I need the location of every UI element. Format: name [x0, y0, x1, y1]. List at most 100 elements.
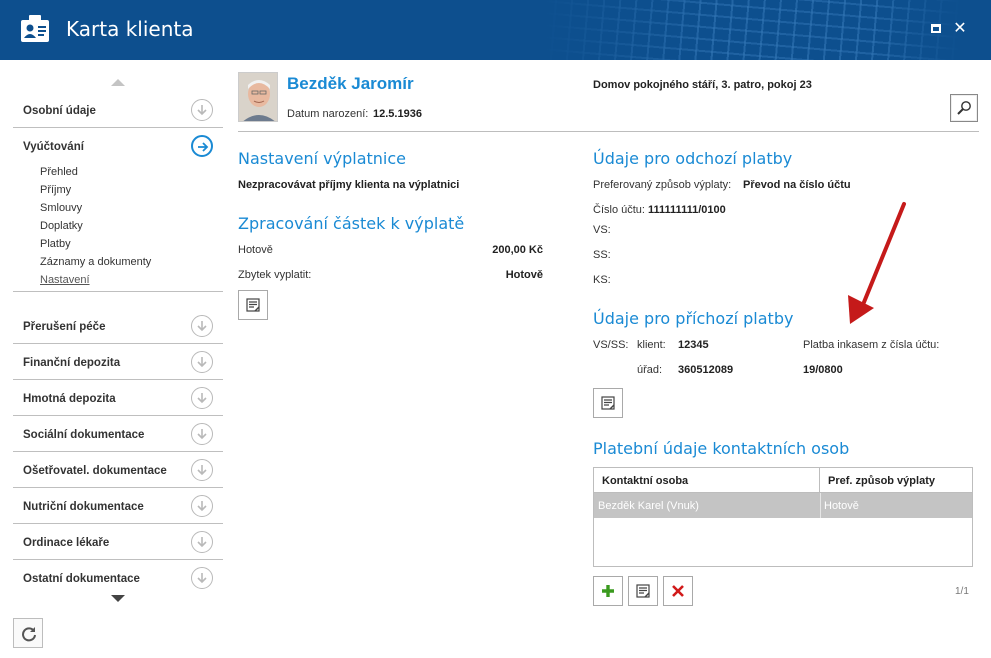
sidebar-item-vyuctovani[interactable]: Vyúčtování [13, 128, 223, 164]
sidebar-subitems: Přehled Příjmy Smlouvy Doplatky Platby Z… [40, 166, 151, 292]
window-title: Karta klienta [66, 17, 194, 41]
vsss-label: VS/SS: [593, 339, 629, 351]
divider [13, 291, 223, 292]
chevron-down-circle-icon[interactable] [191, 423, 213, 445]
payout-settings-note: Nezpracovávat příjmy klienta na výplatni… [238, 179, 460, 191]
client-photo [238, 72, 278, 122]
close-icon: ✕ [953, 20, 967, 37]
sidebar-item-label: Ordinace lékaře [23, 537, 110, 549]
close-button[interactable]: ✕ [951, 20, 969, 38]
contacts-table: Kontaktní osoba Pref. způsob výplaty Bez… [593, 467, 973, 567]
sidebar-item-label: Hmotná depozita [23, 393, 116, 405]
chevron-down-circle-icon[interactable] [191, 351, 213, 373]
ks-label: KS: [593, 274, 611, 286]
subitem-prijmy[interactable]: Příjmy [40, 184, 151, 202]
refresh-button[interactable] [13, 618, 43, 648]
processing-title: Zpracování částek k výplatě [238, 214, 465, 233]
contacts-title: Platební údaje kontaktních osob [593, 439, 850, 458]
client-name: Bezděk Jaromír [287, 74, 414, 93]
title-bar: Karta klienta ✕ [0, 0, 991, 60]
subitem-zaznamy-a-dokumenty[interactable]: Záznamy a dokumenty [40, 256, 151, 274]
cell-contact: Bezděk Karel (Vnuk) [598, 500, 699, 512]
edit-note-icon [601, 396, 615, 410]
sidebar-item-nutricni-dokumentace[interactable]: Nutriční dokumentace [13, 488, 223, 524]
sidebar-item-label: Sociální dokumentace [23, 429, 145, 441]
client-card-icon [21, 15, 49, 42]
add-contact-button[interactable] [593, 576, 623, 606]
title-bar-decoration [541, 0, 961, 60]
search-button[interactable] [950, 94, 978, 122]
maximize-icon [931, 24, 941, 33]
sidebar-item-socialni-dokumentace[interactable]: Sociální dokumentace [13, 416, 223, 452]
chevron-down-circle-icon[interactable] [191, 495, 213, 517]
column-header-payout[interactable]: Pref. způsob výplaty [820, 468, 972, 493]
client-label: klient: [637, 339, 666, 351]
processing-label: Zbytek vyplatit: [238, 269, 312, 281]
arrow-right-circle-icon[interactable] [191, 135, 213, 157]
sidebar-item-label: Přerušení péče [23, 321, 106, 333]
column-header-contact[interactable]: Kontaktní osoba [594, 468, 820, 493]
processing-value: Hotově [505, 269, 543, 281]
sidebar-item-financni-depozita[interactable]: Finanční depozita [13, 344, 223, 380]
account-value: 111111111/0100 [648, 204, 726, 216]
incoming-title: Údaje pro příchozí platby [593, 309, 794, 328]
edit-note-icon [636, 584, 650, 598]
edit-incoming-button[interactable] [593, 388, 623, 418]
sidebar-item-label: Nutriční dokumentace [23, 501, 144, 513]
edit-contact-button[interactable] [628, 576, 658, 606]
table-row[interactable]: Bezděk Karel (Vnuk) Hotově [594, 493, 972, 518]
office-value: 360512089 [678, 364, 734, 376]
pager: 1/1 [955, 586, 969, 597]
subitem-smlouvy[interactable]: Smlouvy [40, 202, 151, 220]
payout-settings-title: Nastavení výplatnice [238, 149, 407, 168]
sidebar-item-label: Vyúčtování [23, 141, 84, 153]
collection-value: 19/0800 [803, 364, 843, 376]
refresh-icon [22, 627, 36, 642]
cell-payout: Hotově [824, 500, 859, 512]
chevron-down-circle-icon[interactable] [191, 387, 213, 409]
sidebar-item-hmotna-depozita[interactable]: Hmotná depozita [13, 380, 223, 416]
header-divider [238, 131, 979, 132]
chevron-down-circle-icon[interactable] [191, 459, 213, 481]
processing-label: Hotově [238, 244, 273, 256]
subitem-nastaveni[interactable]: Nastavení [40, 274, 151, 292]
edit-note-icon [246, 298, 260, 312]
sidebar-item-osetrovatel-dokumentace[interactable]: Ošetřovatel. dokumentace [13, 452, 223, 488]
subitem-platby[interactable]: Platby [40, 238, 151, 256]
delete-contact-button[interactable] [663, 576, 693, 606]
magnifier-icon [957, 101, 971, 115]
vs-label: VS: [593, 224, 611, 236]
subitem-doplatky[interactable]: Doplatky [40, 220, 151, 238]
sidebar-item-preruseni-pece[interactable]: Přerušení péče [13, 308, 223, 344]
chevron-down-circle-icon[interactable] [191, 315, 213, 337]
outgoing-title: Údaje pro odchozí platby [593, 149, 793, 168]
chevron-down-circle-icon[interactable] [191, 531, 213, 553]
chevron-down-circle-icon[interactable] [191, 567, 213, 589]
scroll-up-arrow-icon[interactable] [111, 79, 125, 86]
client-value: 12345 [678, 339, 709, 351]
office-label: úřad: [637, 364, 663, 376]
x-icon [672, 585, 684, 597]
divider [820, 493, 821, 518]
dob-value: 12.5.1936 [373, 108, 422, 120]
sidebar-item-ostatni-dokumentace[interactable]: Ostatní dokumentace [13, 560, 223, 596]
sidebar-item-label: Ostatní dokumentace [23, 573, 140, 585]
scroll-down-arrow-icon[interactable] [111, 595, 125, 602]
sidebar-item-label: Osobní údaje [23, 105, 96, 117]
processing-value: 200,00 Kč [492, 244, 543, 256]
sidebar: Osobní údaje Vyúčtování Přehled Příjmy S… [13, 60, 223, 658]
client-address: Domov pokojného stáří, 3. patro, pokoj 2… [593, 79, 812, 91]
chevron-down-circle-icon[interactable] [191, 99, 213, 121]
method-label: Preferovaný způsob výplaty: [593, 179, 732, 191]
subitem-prehled[interactable]: Přehled [40, 166, 151, 184]
sidebar-item-ordinace-lekare[interactable]: Ordinace lékaře [13, 524, 223, 560]
plus-icon [602, 585, 614, 597]
method-value: Převod na číslo účtu [743, 179, 851, 191]
sidebar-item-osobni-udaje[interactable]: Osobní údaje [13, 92, 223, 128]
edit-processing-button[interactable] [238, 290, 268, 320]
maximize-button[interactable] [927, 20, 945, 38]
sidebar-item-label: Ošetřovatel. dokumentace [23, 465, 167, 477]
dob-label: Datum narození: [287, 108, 369, 120]
ss-label: SS: [593, 249, 611, 261]
collection-label: Platba inkasem z čísla účtu: [803, 339, 940, 351]
